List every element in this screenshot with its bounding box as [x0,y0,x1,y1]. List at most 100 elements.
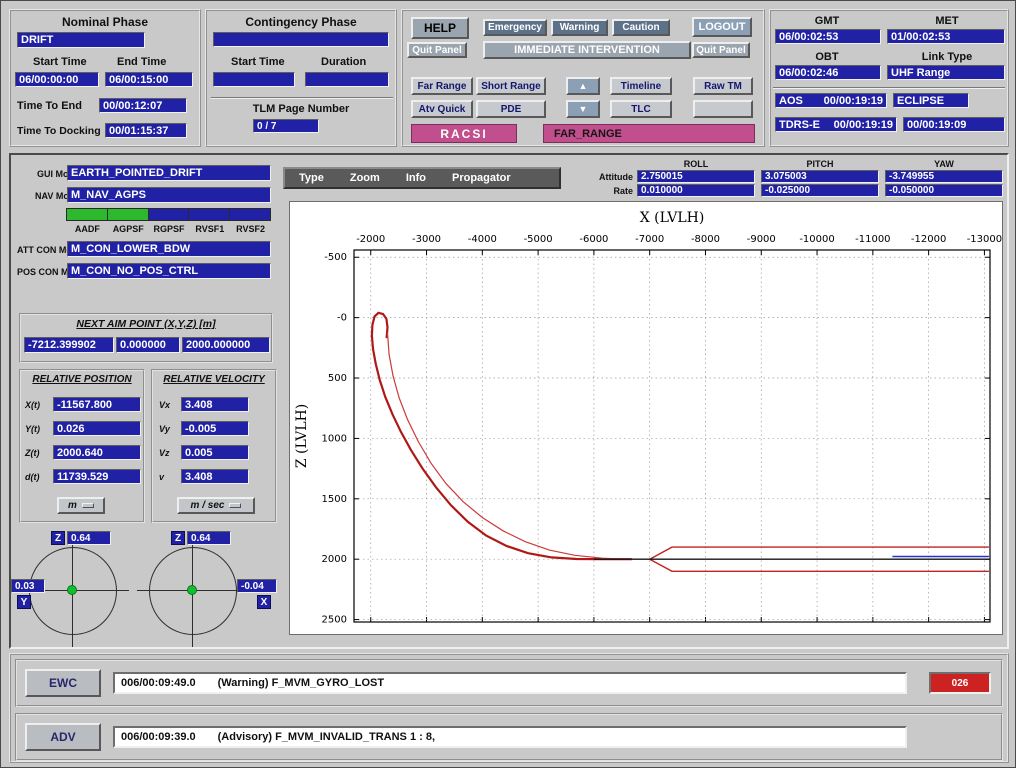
nominal-phase-value: DRIFT [17,32,145,48]
time-to-docking-value: 00/01:15:37 [105,123,187,138]
racsi-window: Nominal Phase DRIFT Start Time End Time … [0,0,1016,768]
adv-message-text: (Advisory) F_MVM_INVALID_TRANS 1 : 8, [218,731,435,743]
caution-button[interactable]: Caution [612,19,670,36]
time-to-end-label: Time To End [17,100,82,112]
trajectory-plot-area: -2000-3000-4000-5000-6000-7000-8000-9000… [289,201,1003,635]
z-axis-label: Z [171,531,185,545]
relative-velocity-panel: RELATIVE VELOCITY Vx 3.408 Vy -0.005 Vz … [151,369,277,523]
gmt-value: 06/00:02:53 [775,29,881,44]
svg-text:2000: 2000 [322,554,347,565]
nav-flag-row [67,208,271,221]
timeline-button[interactable]: Timeline [610,77,672,95]
blank-button[interactable] [693,100,753,118]
ewc-row: EWC 006/00:09:49.0 (Warning) F_MVM_GYRO_… [15,659,1003,707]
yaw-header: YAW [885,159,1003,169]
pitch-header: PITCH [761,159,879,169]
menu-info[interactable]: Info [406,172,426,184]
link-type-label: Link Type [887,51,1007,63]
velocity-unit-dropdown[interactable]: m / sec [177,497,255,514]
adv-button[interactable]: ADV [25,723,101,751]
svg-text:-4000: -4000 [468,234,497,245]
yz-gauge-z-value: 0.64 [67,531,111,545]
roll-header: ROLL [637,159,755,169]
warning-button[interactable]: Warning [551,19,608,36]
ewc-message-time: 006/00:09:49.0 [121,677,196,689]
position-unit-dropdown[interactable]: m [57,497,105,514]
tdrs-value: 00/00:19:19 [834,118,893,132]
option-menu-icon [82,503,94,508]
divider [773,87,1005,89]
eclipse-indicator: ECLIPSE [893,93,969,108]
raw-tm-button[interactable]: Raw TM [693,77,753,95]
svg-text:-3000: -3000 [412,234,441,245]
adv-message-time: 006/00:09:39.0 [121,731,196,743]
contingency-duration-label: Duration [321,56,366,68]
position-unit-label: m [68,500,77,511]
vy-value: -0.005 [181,421,249,436]
xz-gauge-marker [187,585,197,595]
nominal-end-value: 06/00:15:00 [105,72,193,87]
svg-text:-500: -500 [324,252,347,263]
aos-field: AOS 00/00:19:19 [775,93,887,108]
menu-type[interactable]: Type [299,172,324,184]
next-aim-z-value: 2000.000000 [182,337,270,353]
pitch-attitude-value: 3.075003 [761,170,879,183]
times-panel: GMT MET 06/00:02:53 01/00:02:53 OBT Link… [769,9,1009,147]
y-axis-label: Y [17,595,31,609]
nominal-start-label: Start Time [33,56,87,68]
menu-zoom[interactable]: Zoom [350,172,380,184]
tdrs-label: TDRS-E [779,118,820,132]
aos-value: 00/00:19:19 [824,94,883,108]
relative-velocity-title: RELATIVE VELOCITY [153,374,275,385]
logout-button[interactable]: LOGOUT [692,17,752,37]
gmt-label: GMT [771,15,883,27]
message-panel: EWC 006/00:09:49.0 (Warning) F_MVM_GYRO_… [9,653,1009,763]
svg-text:-8000: -8000 [691,234,720,245]
nav-flag-rgpsf [148,208,190,221]
time-to-end-value: 00/00:12:07 [99,98,187,113]
met-label: MET [887,15,1007,27]
vz-label: Vz [159,448,170,458]
contingency-start-value [213,72,295,87]
nav-flag-label: AADF [67,224,108,234]
svg-text:-6000: -6000 [579,234,608,245]
menu-propagator[interactable]: Propagator [452,172,511,184]
x-axis-label: X [257,595,271,609]
immediate-intervention-button[interactable]: IMMEDIATE INTERVENTION [483,41,691,59]
dt-value: 11739.529 [53,469,141,484]
nav-flag-label: AGPSF [108,224,149,234]
far-range-button[interactable]: Far Range [411,77,473,95]
pitch-rate-value: -0.025000 [761,184,879,197]
contingency-start-label: Start Time [231,56,285,68]
quit-panel-button-left[interactable]: Quit Panel [407,42,467,58]
obt-label: OBT [771,51,883,63]
tlc-button[interactable]: TLC [610,100,672,118]
nav-flag-agpsf [107,208,149,221]
obt-value: 06/00:02:46 [775,65,881,80]
nav-flag-labels: AADF AGPSF RGPSF RVSF1 RVSF2 [67,224,271,234]
yt-value: 0.026 [53,421,141,436]
yz-gauge-marker [67,585,77,595]
next-aim-y-value: 0.000000 [116,337,180,353]
next-aim-point-title: NEXT AIM POINT (X,Y,Z) [m] [21,318,271,330]
tlm-page-value: 0 / 7 [253,119,319,133]
svg-text:-11000: -11000 [855,234,890,245]
plot-menu-bar: Type Zoom Info Propagator [283,167,561,189]
contingency-phase-value [213,32,389,47]
emergency-button[interactable]: Emergency [483,19,547,36]
next-aim-point-panel: NEXT AIM POINT (X,Y,Z) [m] -7212.399902 … [19,313,273,363]
roll-attitude-value: 2.750015 [637,170,755,183]
atv-quick-button[interactable]: Atv Quick [411,100,473,118]
ewc-alert-counter: 026 [929,672,991,694]
adv-row: ADV 006/00:09:39.0 (Advisory) F_MVM_INVA… [15,713,1003,761]
quit-panel-button-right[interactable]: Quit Panel [692,42,750,58]
xz-gauge-x-value: -0.04 [237,579,277,593]
short-range-button[interactable]: Short Range [476,77,546,95]
svg-text:-13000: -13000 [967,234,1002,245]
help-button[interactable]: HELP [411,17,469,39]
gui-mode-value: EARTH_POINTED_DRIFT [67,165,271,181]
scroll-down-button[interactable]: ▼ [566,100,600,118]
ewc-button[interactable]: EWC [25,669,101,697]
pde-button[interactable]: PDE [476,100,546,118]
scroll-up-button[interactable]: ▲ [566,77,600,95]
